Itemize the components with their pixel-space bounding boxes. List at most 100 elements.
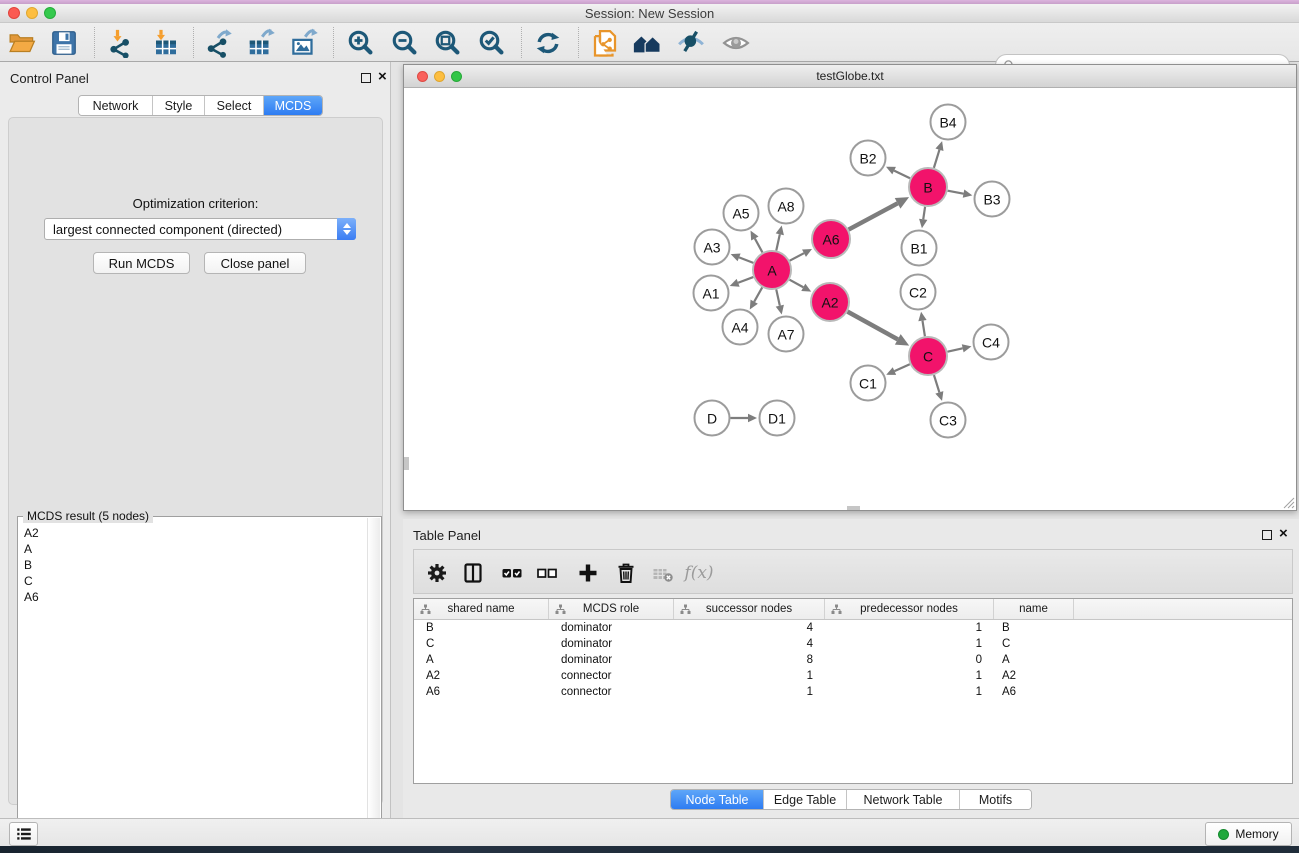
tab-network-table[interactable]: Network Table bbox=[847, 790, 960, 809]
float-panel-icon[interactable] bbox=[1262, 530, 1272, 540]
table-row[interactable]: Adominator80A bbox=[414, 652, 1292, 668]
graph-node-A6[interactable]: A6 bbox=[812, 220, 850, 258]
eye-icon[interactable] bbox=[718, 26, 754, 59]
tab-motifs[interactable]: Motifs bbox=[960, 790, 1031, 809]
task-history-button[interactable] bbox=[9, 822, 38, 846]
import-table-icon[interactable] bbox=[148, 26, 184, 59]
select-all-icon[interactable] bbox=[497, 558, 527, 588]
tab-network[interactable]: Network bbox=[79, 96, 153, 115]
network-canvas[interactable]: AA1A2A3A4A5A6A7A8BB1B2B3B4CC1C2C3C4DD1 bbox=[404, 88, 1296, 510]
mcds-result-scrollbar[interactable] bbox=[367, 518, 380, 853]
tab-select[interactable]: Select bbox=[205, 96, 264, 115]
open-folder-icon[interactable] bbox=[4, 26, 40, 59]
graph-edge-B-B4[interactable] bbox=[934, 141, 944, 168]
column-header-MCDS-role[interactable]: MCDS role bbox=[549, 599, 674, 619]
run-mcds-button[interactable]: Run MCDS bbox=[93, 252, 190, 274]
refresh-icon[interactable] bbox=[530, 26, 566, 59]
graph-edge-A-A6[interactable] bbox=[790, 249, 812, 261]
clone-network-icon[interactable] bbox=[587, 26, 623, 59]
graph-node-A3[interactable]: A3 bbox=[695, 230, 730, 265]
graph-node-B4[interactable]: B4 bbox=[931, 105, 966, 140]
graph-node-B2[interactable]: B2 bbox=[851, 141, 886, 176]
close-panel-button[interactable]: Close panel bbox=[204, 252, 306, 274]
graph-edge-D-D1[interactable] bbox=[731, 414, 758, 422]
graph-node-C4[interactable]: C4 bbox=[974, 325, 1009, 360]
graph-edge-B-B2[interactable] bbox=[886, 167, 910, 179]
graph-edge-B-B1[interactable] bbox=[919, 207, 927, 228]
deselect-all-icon[interactable] bbox=[532, 558, 562, 588]
graph-edge-C-C4[interactable] bbox=[948, 344, 972, 352]
graph-edge-C-C2[interactable] bbox=[918, 312, 926, 336]
float-panel-icon[interactable] bbox=[361, 73, 371, 83]
function-icon[interactable]: f(x) bbox=[684, 558, 714, 588]
table-row[interactable]: Cdominator41C bbox=[414, 636, 1292, 652]
export-table-icon[interactable] bbox=[243, 26, 279, 59]
zoom-fit-icon[interactable] bbox=[430, 26, 466, 59]
import-network-icon[interactable] bbox=[102, 26, 138, 59]
graph-edge-C-C1[interactable] bbox=[886, 364, 910, 375]
graph-node-C2[interactable]: C2 bbox=[901, 275, 936, 310]
graph-node-A7[interactable]: A7 bbox=[769, 317, 804, 352]
table-row[interactable]: A6connector11A6 bbox=[414, 684, 1292, 700]
table-row[interactable]: Bdominator41B bbox=[414, 620, 1292, 636]
graph-edge-A-A4[interactable] bbox=[750, 287, 762, 309]
graph-edge-A-A5[interactable] bbox=[751, 231, 763, 253]
graph-edge-A2-C[interactable] bbox=[848, 312, 910, 346]
export-image-icon[interactable] bbox=[286, 26, 322, 59]
graph-edge-A-A1[interactable] bbox=[730, 277, 754, 287]
column-header-shared-name[interactable]: shared name bbox=[414, 599, 549, 619]
graph-node-A5[interactable]: A5 bbox=[724, 196, 759, 231]
network-window-titlebar[interactable]: testGlobe.txt bbox=[404, 65, 1296, 88]
graph-node-A8[interactable]: A8 bbox=[769, 189, 804, 224]
home-icon[interactable] bbox=[629, 26, 665, 59]
mcds-result-item[interactable]: B bbox=[19, 557, 366, 573]
gear-icon[interactable] bbox=[422, 558, 452, 588]
graph-node-B[interactable]: B bbox=[909, 168, 947, 206]
graph-node-B1[interactable]: B1 bbox=[902, 231, 937, 266]
delete-table-icon[interactable] bbox=[648, 558, 678, 588]
graph-node-A2[interactable]: A2 bbox=[811, 283, 849, 321]
network-vscroll-thumb[interactable] bbox=[404, 457, 409, 470]
column-header-predecessor-nodes[interactable]: predecessor nodes bbox=[825, 599, 994, 619]
tab-mcds[interactable]: MCDS bbox=[264, 96, 322, 115]
network-hscroll-thumb[interactable] bbox=[847, 506, 860, 510]
graph-node-C[interactable]: C bbox=[909, 337, 947, 375]
mcds-result-item[interactable]: A bbox=[19, 541, 366, 557]
graph-edge-A-A2[interactable] bbox=[790, 280, 812, 292]
mcds-result-item[interactable]: C bbox=[19, 573, 366, 589]
table-row[interactable]: A2connector11A2 bbox=[414, 668, 1292, 684]
zoom-out-icon[interactable] bbox=[387, 26, 423, 59]
trash-icon[interactable] bbox=[611, 558, 641, 588]
column-header-successor-nodes[interactable]: successor nodes bbox=[674, 599, 825, 619]
mcds-result-item[interactable]: A6 bbox=[19, 589, 366, 605]
toggle-views-icon[interactable] bbox=[673, 26, 709, 59]
columns-icon[interactable] bbox=[458, 558, 488, 588]
zoom-in-icon[interactable] bbox=[343, 26, 379, 59]
graph-node-A1[interactable]: A1 bbox=[694, 276, 729, 311]
close-panel-icon[interactable]: × bbox=[1279, 524, 1288, 544]
graph-edge-B-B3[interactable] bbox=[948, 190, 973, 198]
close-panel-icon[interactable]: × bbox=[378, 67, 387, 87]
graph-edge-A-A7[interactable] bbox=[776, 290, 784, 315]
graph-edge-A-A3[interactable] bbox=[731, 253, 754, 262]
graph-node-C1[interactable]: C1 bbox=[851, 366, 886, 401]
graph-node-D[interactable]: D bbox=[695, 401, 730, 436]
graph-node-A4[interactable]: A4 bbox=[723, 310, 758, 345]
graph-edge-C-C3[interactable] bbox=[934, 375, 943, 401]
tab-edge-table[interactable]: Edge Table bbox=[764, 790, 847, 809]
graph-edge-A6-B[interactable] bbox=[849, 197, 909, 229]
add-icon[interactable] bbox=[573, 558, 603, 588]
mcds-result-item[interactable]: A2 bbox=[19, 525, 366, 541]
memory-button[interactable]: Memory bbox=[1205, 822, 1292, 846]
tab-node-table[interactable]: Node Table bbox=[671, 790, 764, 809]
graph-node-D1[interactable]: D1 bbox=[760, 401, 795, 436]
tab-style[interactable]: Style bbox=[153, 96, 205, 115]
export-network-icon[interactable] bbox=[200, 26, 236, 59]
graph-node-B3[interactable]: B3 bbox=[975, 182, 1010, 217]
zoom-selected-icon[interactable] bbox=[474, 26, 510, 59]
graph-node-C3[interactable]: C3 bbox=[931, 403, 966, 438]
resize-grip-icon[interactable] bbox=[1281, 495, 1295, 509]
optimization-criterion-select[interactable]: largest connected component (directed) bbox=[44, 218, 356, 240]
column-header-name[interactable]: name bbox=[994, 599, 1074, 619]
save-icon[interactable] bbox=[46, 26, 82, 59]
